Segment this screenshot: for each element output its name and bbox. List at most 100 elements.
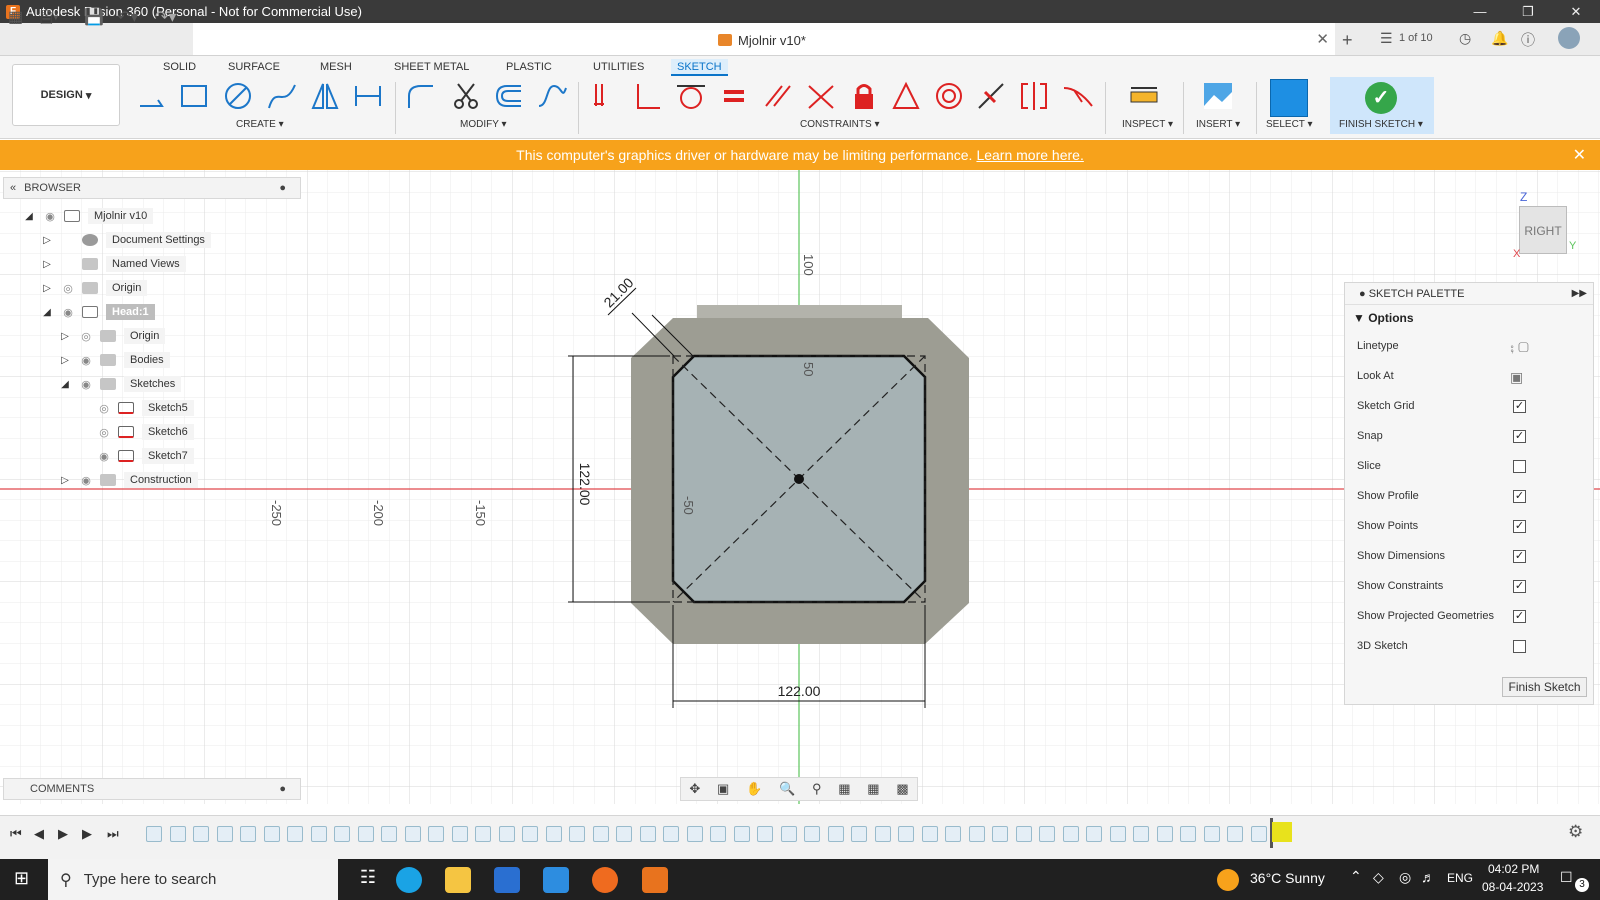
browser-item[interactable]: ◎ Sketch5: [76, 398, 194, 418]
tangent-constraint-icon[interactable]: [675, 80, 707, 112]
hidden-eye-icon[interactable]: ◎: [78, 330, 94, 343]
app-grid-icon[interactable]: ▦: [8, 7, 23, 27]
eye-icon[interactable]: ◉: [78, 354, 94, 367]
timeline-feature-icon[interactable]: [992, 826, 1008, 842]
notification-center-icon[interactable]: ☐: [1560, 869, 1573, 886]
curvature-constraint-icon[interactable]: [1062, 80, 1094, 112]
palette-finish-sketch-button[interactable]: Finish Sketch: [1502, 677, 1587, 697]
file-explorer-icon[interactable]: [445, 867, 471, 893]
viewcube[interactable]: RIGHT: [1519, 206, 1567, 254]
eye-icon[interactable]: ◉: [42, 210, 58, 223]
timeline-feature-icon[interactable]: [193, 826, 209, 842]
firefox-icon[interactable]: [592, 867, 618, 893]
timeline-feature-icon[interactable]: [334, 826, 350, 842]
timeline-feature-icon[interactable]: [640, 826, 656, 842]
go-to-start-icon[interactable]: ⏮: [10, 826, 22, 842]
windows-start-icon[interactable]: ⊞: [14, 868, 29, 889]
collapsed-triangle-icon[interactable]: ▷: [40, 235, 54, 246]
timeline-feature-icon[interactable]: [1133, 826, 1149, 842]
tab-solid[interactable]: SOLID: [157, 59, 202, 76]
dimension-tool-icon[interactable]: [352, 80, 384, 112]
timeline-feature-icon[interactable]: [146, 826, 162, 842]
palette-checkbox[interactable]: ✓: [1513, 520, 1526, 533]
height-dimension-label[interactable]: 122.00: [577, 463, 593, 506]
timeline-feature-icon[interactable]: [428, 826, 444, 842]
palette-checkbox[interactable]: ✓: [1513, 550, 1526, 563]
browser-item[interactable]: ▷ Document Settings: [40, 230, 211, 250]
hidden-eye-icon[interactable]: ◎: [96, 426, 112, 439]
timeline-feature-icon[interactable]: [663, 826, 679, 842]
eye-icon[interactable]: ◉: [60, 306, 76, 319]
horizontal-constraint-icon[interactable]: [890, 80, 922, 112]
tab-sheet-metal[interactable]: SHEET METAL: [388, 59, 475, 76]
select-menu[interactable]: SELECT ▾: [1266, 119, 1313, 130]
go-to-end-icon[interactable]: ⏭: [107, 826, 119, 842]
wifi-icon[interactable]: ◎: [1399, 869, 1411, 886]
timeline-feature-icon[interactable]: [287, 826, 303, 842]
timeline-feature-icon[interactable]: [522, 826, 538, 842]
taskbar-search-box[interactable]: ⚲ Type here to search: [48, 859, 338, 900]
timeline-feature-icon[interactable]: [875, 826, 891, 842]
close-window-button[interactable]: ✕: [1552, 0, 1600, 23]
modify-menu[interactable]: MODIFY ▾: [460, 119, 507, 130]
fusion-taskbar-icon[interactable]: [642, 867, 668, 893]
eye-icon[interactable]: ◉: [96, 450, 112, 463]
timeline-feature-icon[interactable]: [311, 826, 327, 842]
browser-header[interactable]: « BROWSER ●: [3, 177, 301, 199]
step-back-icon[interactable]: ◀: [34, 826, 44, 842]
microsoft-store-icon[interactable]: [494, 867, 520, 893]
insert-image-icon[interactable]: [1202, 80, 1234, 112]
fix-constraint-icon[interactable]: [848, 80, 880, 112]
palette-checkbox[interactable]: ✓: [1513, 400, 1526, 413]
linetype-icon[interactable]: ⨟ ▢: [1510, 332, 1529, 362]
language-indicator[interactable]: ENG: [1447, 871, 1473, 885]
inspect-menu[interactable]: INSPECT ▾: [1122, 119, 1173, 130]
help-icon[interactable]: ⓘ: [1521, 30, 1535, 50]
timeline-feature-icon[interactable]: [1063, 826, 1079, 842]
clock-date[interactable]: 08-04-2023: [1482, 880, 1543, 894]
select-tool-icon[interactable]: [1270, 79, 1308, 117]
line-tool-icon[interactable]: [136, 80, 168, 112]
display-settings-icon[interactable]: ▦: [838, 781, 850, 797]
collapse-browser-icon[interactable]: «: [10, 182, 16, 194]
palette-header[interactable]: ● SKETCH PALETTE ▶▶: [1345, 283, 1593, 305]
fit-icon[interactable]: ⚲: [812, 781, 822, 797]
options-section-toggle[interactable]: ▼ Options: [1345, 305, 1593, 331]
symmetry-constraint-icon[interactable]: [1018, 80, 1050, 112]
palette-checkbox[interactable]: ✓: [1513, 580, 1526, 593]
timeline-feature-icon[interactable]: [687, 826, 703, 842]
browser-item[interactable]: ◢ ◉ Sketches: [58, 374, 182, 394]
expand-palette-icon[interactable]: ▶▶: [1572, 283, 1587, 305]
collapsed-triangle-icon[interactable]: ▷: [40, 283, 54, 294]
rectangle-tool-icon[interactable]: [178, 80, 210, 112]
offset-tool-icon[interactable]: [493, 80, 525, 112]
timeline-feature-icon[interactable]: [475, 826, 491, 842]
timeline-feature-icon[interactable]: [945, 826, 961, 842]
timeline-feature-icon[interactable]: [240, 826, 256, 842]
eye-icon[interactable]: ◉: [78, 474, 94, 487]
concentric-constraint-icon[interactable]: [933, 80, 965, 112]
finish-sketch-menu[interactable]: FINISH SKETCH ▾: [1339, 119, 1423, 130]
fillet-tool-icon[interactable]: [405, 80, 437, 112]
curve-tool-icon[interactable]: [536, 80, 568, 112]
sketch-origin-point[interactable]: [794, 474, 804, 484]
perpendicular-constraint-icon[interactable]: [632, 80, 664, 112]
timeline-feature-icon[interactable]: [1110, 826, 1126, 842]
palette-checkbox[interactable]: ✓: [1513, 430, 1526, 443]
width-dimension-label[interactable]: 122.00: [778, 683, 821, 699]
timeline-feature-icon[interactable]: [1157, 826, 1173, 842]
task-view-icon[interactable]: ☷: [355, 867, 381, 893]
close-banner-icon[interactable]: ✕: [1573, 145, 1586, 165]
timeline-feature-icon[interactable]: [710, 826, 726, 842]
comments-panel-header[interactable]: COMMENTS ●: [3, 778, 301, 800]
look-at-icon[interactable]: ▣: [717, 781, 729, 797]
timeline-feature-icon[interactable]: [804, 826, 820, 842]
timeline-feature-icon[interactable]: [264, 826, 280, 842]
close-tab-icon[interactable]: ✕: [1316, 30, 1329, 48]
timeline-feature-icon[interactable]: [381, 826, 397, 842]
step-forward-icon[interactable]: ▶: [82, 826, 92, 842]
circle-tool-icon[interactable]: [222, 80, 254, 112]
trim-tool-icon[interactable]: [450, 80, 482, 112]
job-status-icon[interactable]: ◷: [1459, 30, 1471, 47]
timeline-feature-icon[interactable]: [734, 826, 750, 842]
